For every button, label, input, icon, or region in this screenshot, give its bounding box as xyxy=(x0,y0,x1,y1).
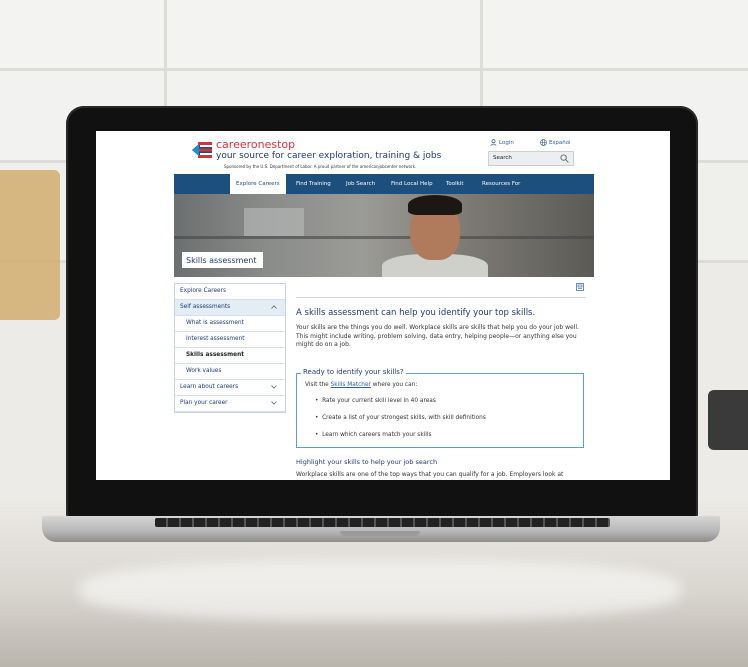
careeronestop-logo-icon[interactable] xyxy=(190,139,214,161)
laptop-screen: careeronestop your source for career exp… xyxy=(96,131,670,480)
content-divider xyxy=(296,297,586,298)
sidebar-item-what-is-assessment[interactable]: What is assessment xyxy=(175,316,285,332)
skills-matcher-link[interactable]: Skills Matcher xyxy=(331,382,371,388)
nav-job-search[interactable]: Job Search xyxy=(346,174,375,194)
sidebar-item-explore-careers[interactable]: Explore Careers xyxy=(175,284,285,300)
print-icon[interactable] xyxy=(576,283,584,291)
chevron-up-icon[interactable] xyxy=(271,305,277,309)
site-tagline: your source for career exploration, trai… xyxy=(216,151,442,161)
sidebar-item-interest-assessment[interactable]: Interest assessment xyxy=(175,332,285,348)
nav-toolkit[interactable]: Toolkit xyxy=(446,174,464,194)
nav-find-training[interactable]: Find Training xyxy=(296,174,331,194)
wooden-shelf-decor xyxy=(0,170,60,320)
web-page: careeronestop your source for career exp… xyxy=(174,131,594,480)
sponsor-note: Sponsored by the U.S. Department of Labo… xyxy=(224,164,417,169)
user-icon xyxy=(490,139,497,146)
language-link[interactable]: Español xyxy=(540,139,571,146)
callout-bullet: • Learn which careers match your skills xyxy=(315,432,432,438)
language-label: Español xyxy=(549,139,571,146)
brand-name[interactable]: careeronestop xyxy=(216,138,295,151)
main-navigation: Explore Careers Find Training Job Search… xyxy=(174,174,594,194)
callout-bullet: • Rate your current skill level in 40 ar… xyxy=(315,398,436,404)
sidebar-item-skills-assessment[interactable]: Skills assessment xyxy=(175,348,285,364)
callout-lead: Visit the Skills Matcher where you can: xyxy=(305,382,418,388)
chevron-down-icon[interactable] xyxy=(271,401,277,405)
skills-callout-box: Ready to identify your skills? Visit the… xyxy=(296,368,584,448)
login-label: Login xyxy=(499,139,514,146)
sidebar-item-self-assessments[interactable]: Self assessments xyxy=(175,300,285,316)
sidebar-item-learn-about-careers[interactable]: Learn about careers xyxy=(175,380,285,396)
nav-resources-for[interactable]: Resources For xyxy=(482,174,520,194)
sidebar-item-label: Plan your career xyxy=(180,400,228,406)
page-title: Skills assessment xyxy=(182,252,263,268)
body-paragraph: Workplace skills are one of the top ways… xyxy=(296,471,564,478)
dark-object-decor xyxy=(708,390,748,450)
callout-bullet: • Create a list of your strongest skills… xyxy=(315,415,486,421)
nav-explore-careers[interactable]: Explore Careers xyxy=(230,174,286,194)
hero-window xyxy=(244,208,304,236)
chevron-down-icon[interactable] xyxy=(271,385,277,389)
globe-icon xyxy=(540,139,547,146)
hero-banner: Skills assessment xyxy=(174,194,594,277)
intro-paragraph: Your skills are the things you do well. … xyxy=(296,324,579,349)
subheading: Highlight your skills to help your job s… xyxy=(296,458,438,466)
search-icon[interactable] xyxy=(560,154,569,163)
callout-title: Ready to identify your skills? xyxy=(301,368,406,376)
content-heading: A skills assessment can help you identif… xyxy=(296,308,536,318)
table-reflection xyxy=(80,560,680,620)
sidebar-item-work-values[interactable]: Work values xyxy=(175,364,285,380)
sidebar-menu: Explore Careers Self assessments What is… xyxy=(174,283,286,413)
laptop-keyboard-edge xyxy=(155,518,610,527)
sidebar-item-plan-your-career[interactable]: Plan your career xyxy=(175,396,285,412)
sidebar-item-label: Self assessments xyxy=(180,304,231,310)
search-input[interactable]: Search xyxy=(488,151,574,166)
login-link[interactable]: Login xyxy=(490,139,514,146)
laptop-notch xyxy=(340,531,420,536)
hero-person-hair xyxy=(408,195,462,215)
sidebar-item-label: Learn about careers xyxy=(180,384,239,390)
search-placeholder: Search xyxy=(493,155,512,161)
nav-find-local-help[interactable]: Find Local Help xyxy=(391,174,433,194)
hero-shelf xyxy=(174,236,594,239)
